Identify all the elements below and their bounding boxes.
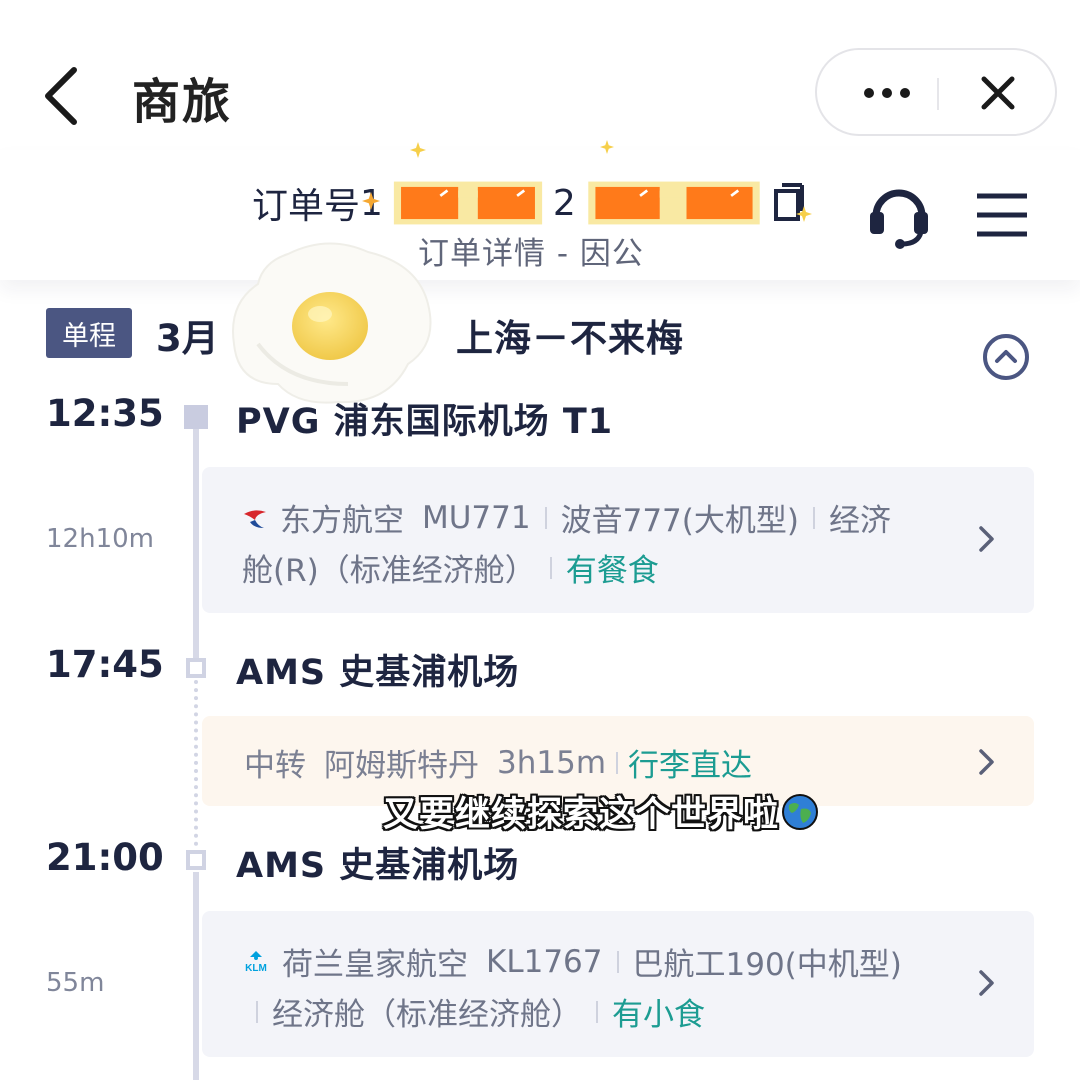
flight-info-line: 经济舱（标准经济舱） 有小食 bbox=[256, 989, 705, 1034]
top-nav-bar: 商旅 bbox=[0, 0, 1080, 150]
departure-time: 12:35 bbox=[46, 392, 164, 435]
close-icon bbox=[981, 76, 1015, 110]
screen: 商旅 订单号 1 bbox=[0, 0, 1080, 1080]
more-button[interactable] bbox=[837, 58, 937, 128]
sparkle-star-icon bbox=[410, 142, 426, 158]
china-eastern-logo-icon bbox=[244, 509, 266, 528]
chevron-left-icon bbox=[45, 67, 77, 125]
back-button[interactable] bbox=[36, 60, 92, 130]
mini-program-capsule bbox=[815, 48, 1057, 136]
hamburger-menu-icon bbox=[977, 193, 1027, 237]
order-number-label: 订单号 bbox=[252, 186, 361, 227]
departure-airport: AMS 史基浦机场 bbox=[236, 846, 520, 886]
trip-date: 3月 bbox=[156, 317, 219, 360]
airline-name: 荷兰皇家航空 bbox=[282, 947, 468, 983]
flight-number: KL1767 bbox=[486, 943, 603, 980]
cabin-class: 经济 bbox=[828, 503, 891, 539]
cabin-class: 经济舱（标准经济舱） bbox=[272, 997, 582, 1033]
arrival-airport: AMS 史基浦机场 bbox=[236, 653, 520, 693]
klm-logo-icon: KLM bbox=[245, 950, 267, 974]
timeline-line bbox=[193, 418, 199, 664]
transfer-label: 中转 bbox=[244, 748, 306, 784]
meal-info: 有小食 bbox=[612, 997, 705, 1033]
separator bbox=[596, 1000, 598, 1023]
collapse-button[interactable] bbox=[982, 333, 1030, 381]
aircraft-type: 巴航工190(中机型) bbox=[632, 947, 902, 983]
arrival-time: 17:45 bbox=[46, 643, 164, 686]
svg-text:KLM: KLM bbox=[245, 963, 267, 974]
sparkle-star-icon bbox=[362, 192, 380, 210]
globe-emoji-icon bbox=[782, 793, 819, 830]
separator bbox=[812, 506, 815, 529]
aircraft-type: 波音777(大机型) bbox=[560, 503, 799, 539]
trip-type-badge: 单程 bbox=[46, 308, 132, 358]
flight-duration: 12h10m bbox=[46, 524, 154, 554]
timeline-line bbox=[193, 872, 199, 1080]
video-caption: 又要继续探索这个世界啦 bbox=[383, 786, 819, 837]
more-dots-icon bbox=[864, 88, 910, 98]
flight-info-line: 舱(R)（标准经济舱） 有餐食 bbox=[242, 545, 659, 590]
sparkle-star-icon bbox=[600, 140, 614, 154]
separator bbox=[544, 506, 547, 529]
flight-duration: 55m bbox=[46, 968, 105, 998]
chevron-up-circle-icon bbox=[983, 334, 1029, 380]
fried-egg-sticker bbox=[232, 242, 432, 404]
capsule-divider bbox=[937, 78, 939, 110]
close-button[interactable] bbox=[953, 58, 1043, 128]
sunglasses-sticker bbox=[393, 181, 543, 225]
headset-icon bbox=[870, 189, 928, 249]
order-number-digit: 2 bbox=[552, 182, 576, 224]
flight-number: MU771 bbox=[422, 499, 531, 536]
flight-card[interactable]: KLM 荷兰皇家航空 KL1767 巴航工190(中机型) 经济舱（标准经济舱）… bbox=[202, 911, 1034, 1057]
order-subtitle: 订单详情 - 因公 bbox=[418, 236, 644, 272]
transfer-duration: 3h15m bbox=[497, 744, 607, 781]
meal-info: 有餐食 bbox=[565, 553, 659, 589]
separator bbox=[616, 950, 619, 973]
transfer-city: 阿姆斯特丹 bbox=[324, 748, 479, 784]
sparkle-star-icon bbox=[796, 206, 812, 222]
chevron-right-icon bbox=[979, 749, 994, 775]
separator bbox=[256, 1000, 258, 1023]
timeline-node bbox=[186, 658, 206, 678]
menu-button[interactable] bbox=[974, 190, 1030, 240]
trip-route: 上海－不来梅 bbox=[456, 317, 684, 360]
caption-text: 又要继续探索这个世界啦 bbox=[383, 795, 780, 835]
customer-service-button[interactable] bbox=[866, 180, 932, 250]
cabin-class: 舱(R)（标准经济舱） bbox=[242, 553, 536, 589]
flight-info-line: 东方航空 MU771 波音777(大机型) 经济 bbox=[242, 495, 891, 540]
timeline-node bbox=[186, 850, 206, 870]
timeline-dotted-line bbox=[194, 680, 198, 846]
chevron-right-icon bbox=[979, 970, 994, 996]
sunglasses-sticker bbox=[588, 181, 760, 225]
airline-name: 东方航空 bbox=[280, 503, 404, 539]
chevron-right-icon bbox=[979, 526, 994, 552]
timeline-start-node bbox=[184, 405, 208, 429]
order-number: 订单号 1 2 bbox=[252, 178, 806, 228]
separator bbox=[549, 556, 552, 579]
flight-card[interactable]: 东方航空 MU771 波音777(大机型) 经济 舱(R)（标准经济舱） 有餐食 bbox=[202, 467, 1034, 613]
flight-info-line: KLM 荷兰皇家航空 KL1767 巴航工190(中机型) bbox=[242, 939, 902, 984]
baggage-info: 行李直达 bbox=[628, 748, 753, 784]
transfer-info-line: 中转 阿姆斯特丹 3h15m 行李直达 bbox=[244, 740, 752, 785]
order-header: 订单号 1 2 bbox=[0, 150, 1080, 280]
departure-time: 21:00 bbox=[46, 836, 164, 879]
page-title: 商旅 bbox=[132, 74, 233, 130]
separator bbox=[616, 751, 619, 774]
